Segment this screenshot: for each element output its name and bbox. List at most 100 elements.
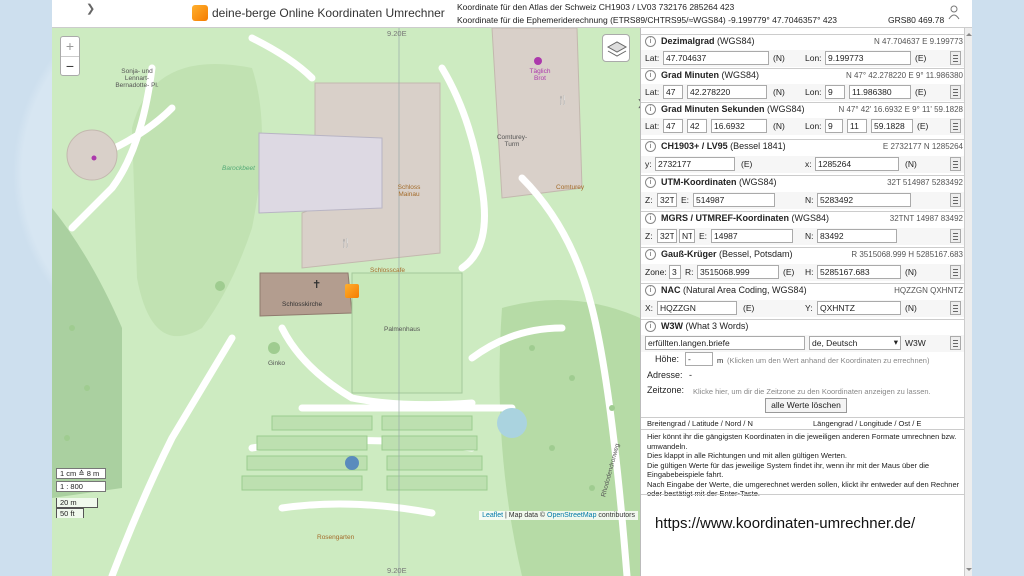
gms-lat-sec-input[interactable] — [711, 119, 767, 133]
mgrs-e-input[interactable] — [711, 229, 793, 243]
user-icon[interactable] — [948, 4, 960, 20]
section-value: N 47° 42' 16.6932 E 9° 11' 59.1828 — [838, 105, 963, 114]
e-label: E: — [681, 195, 690, 205]
gm-lon-min-input[interactable] — [849, 85, 911, 99]
row-utm: Z: E: N: — [641, 192, 965, 209]
gms-lon-min-input[interactable] — [847, 119, 867, 133]
gms-lat-min-input[interactable] — [687, 119, 707, 133]
gm-lat-min-input[interactable] — [687, 85, 767, 99]
scale-zoom-text: 1 cm ≙ 8 m — [56, 468, 106, 479]
lat-label: Lat: — [645, 87, 660, 97]
calculator-icon[interactable] — [950, 336, 961, 350]
nac-y-input[interactable] — [817, 301, 901, 315]
ch1903-y-input[interactable] — [655, 157, 735, 171]
section-title: UTM-Koordinaten (WGS84) — [661, 177, 777, 187]
map-label-schlosskirche: Schlosskirche — [282, 301, 323, 308]
zoom-out-button[interactable]: − — [61, 56, 79, 75]
zoom-in-button[interactable]: + — [61, 37, 79, 56]
coord-top-label: 9.20E — [387, 29, 407, 38]
leaflet-link[interactable]: Leaflet — [482, 512, 503, 519]
hoehe-unit: m — [717, 356, 724, 365]
section-value: 32TNT 14987 83492 — [889, 214, 963, 223]
calculator-icon[interactable] — [950, 119, 961, 133]
calculator-icon[interactable] — [950, 51, 961, 65]
help-line-1: Hier könnt ihr die gängigsten Koordinate… — [647, 432, 957, 451]
help-line-2: Dies klappt in alle Richtungen und mit a… — [647, 451, 847, 460]
zeitzone-label: Zeitzone: — [647, 385, 685, 395]
w3w-language-select[interactable]: de, Deutsch ▾ — [809, 336, 901, 350]
gms-lat-deg-input[interactable] — [663, 119, 683, 133]
layers-button[interactable] — [602, 34, 630, 62]
gm-lon-deg-input[interactable] — [825, 85, 845, 99]
dezimal-lat-input[interactable] — [663, 51, 769, 65]
mgrs-n-input[interactable] — [817, 229, 897, 243]
ch1903-x-input[interactable] — [815, 157, 899, 171]
map-view[interactable]: ✝ 🍴 🍴 9.20E 9.20E Sonja- und Lennart- Be… — [52, 28, 640, 576]
mgrs-square-input[interactable] — [679, 229, 695, 243]
info-icon[interactable]: i — [645, 321, 656, 332]
gm-lat-deg-input[interactable] — [663, 85, 683, 99]
info-icon[interactable]: i — [645, 285, 656, 296]
calculator-icon[interactable] — [950, 157, 961, 171]
calculator-icon[interactable] — [950, 193, 961, 207]
location-marker[interactable] — [345, 284, 359, 298]
lat-unit: (N) — [773, 87, 785, 97]
calculator-icon[interactable] — [950, 229, 961, 243]
x-unit: (E) — [743, 303, 755, 313]
info-icon[interactable]: i — [645, 213, 656, 224]
restaurant-icon: 🍴 — [340, 237, 351, 249]
y-unit: (E) — [741, 159, 753, 169]
info-icon[interactable]: i — [645, 104, 656, 115]
app-header: ❯ deine-berge Online Koordinaten Umrechn… — [52, 0, 972, 28]
panel-scrollbar[interactable] — [964, 28, 972, 576]
coord-bottom-label: 9.20E — [387, 566, 407, 575]
mgrs-zone-input[interactable] — [657, 229, 677, 243]
z-label: Z: — [645, 195, 653, 205]
info-icon[interactable]: i — [645, 141, 656, 152]
utm-n-input[interactable] — [817, 193, 911, 207]
section-value: R 3515068.999 H 5285167.683 — [851, 250, 963, 259]
utm-e-input[interactable] — [693, 193, 775, 207]
calculator-icon[interactable] — [950, 265, 961, 279]
map-label-palmenhaus: Palmenhaus — [384, 326, 421, 333]
hoehe-input[interactable] — [685, 352, 713, 366]
divider — [641, 494, 965, 495]
gms-lon-sec-input[interactable] — [871, 119, 913, 133]
info-icon[interactable]: i — [645, 249, 656, 260]
gk-h-input[interactable] — [817, 265, 901, 279]
row-grad-minuten-sekunden: Lat: (N) Lon: (E) — [641, 118, 965, 135]
lon-label: Lon: — [805, 121, 822, 131]
calculator-icon[interactable] — [950, 301, 961, 315]
utm-zone-input[interactable] — [657, 193, 677, 207]
attribution-sep: | Map data © — [503, 512, 548, 519]
clear-all-button[interactable]: alle Werte löschen — [765, 398, 847, 413]
attribution-contrib: contributors — [596, 512, 635, 519]
info-icon[interactable]: i — [645, 177, 656, 188]
map-label-ginko: Ginko — [268, 360, 285, 367]
info-icon[interactable]: i — [645, 70, 656, 81]
chevron-right-icon[interactable]: ❯ — [86, 2, 95, 15]
map-label-schloss-mainau: Schloss Mainau — [397, 184, 421, 198]
hoehe-hint[interactable]: (Klicken um den Wert anhand der Koordina… — [727, 356, 929, 365]
section-grad-minuten-sekunden: i Grad Minuten Sekunden (WGS84) N 47° 42… — [641, 102, 965, 116]
osm-link[interactable]: OpenStreetMap — [547, 512, 596, 519]
info-icon[interactable]: i — [645, 36, 656, 47]
nac-x-input[interactable] — [657, 301, 737, 315]
dezimal-lon-input[interactable] — [825, 51, 911, 65]
section-value: E 2732177 N 1285264 — [882, 142, 963, 151]
gk-zone-input[interactable] — [669, 265, 681, 279]
h-label: H: — [805, 267, 814, 277]
gk-r-input[interactable] — [697, 265, 779, 279]
gms-lon-deg-input[interactable] — [825, 119, 843, 133]
zeitzone-hint[interactable]: Klicke hier, um dir die Zeitzone zu den … — [693, 387, 931, 396]
w3w-words-input[interactable] — [645, 336, 805, 350]
section-value: HQZZGN QXHNTZ — [894, 286, 963, 295]
lon-label: Lon: — [805, 53, 822, 63]
calculator-icon[interactable] — [950, 85, 961, 99]
scale-meters: 20 m — [56, 498, 98, 508]
lat-unit: (N) — [773, 121, 785, 131]
section-title: Grad Minuten (WGS84) — [661, 70, 760, 80]
layers-icon — [606, 41, 628, 57]
section-value: N 47.704637 E 9.199773 — [874, 37, 963, 46]
map-canvas[interactable]: ✝ 🍴 🍴 — [52, 28, 640, 576]
